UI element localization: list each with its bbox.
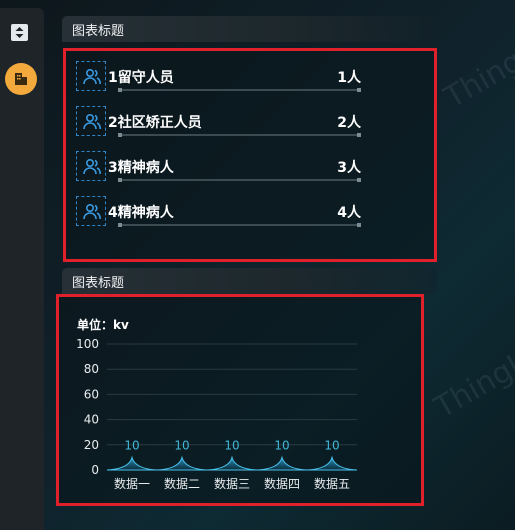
list-item-label: 3精神病人 xyxy=(108,160,174,176)
list-item[interactable]: 4精神病人 4人 xyxy=(76,196,361,232)
area-chart: 0 20 40 60 80 100 10 数据一 10 数据二 10 数据三 10 数据四 10 数据五 xyxy=(76,337,358,491)
panel1-header: 图表标题 xyxy=(62,16,437,42)
divider xyxy=(118,178,361,182)
panel2-header: 图表标题 xyxy=(62,268,437,294)
data-label: 10 xyxy=(324,438,339,452)
data-label: 10 xyxy=(124,438,139,452)
building-icon[interactable] xyxy=(5,63,37,95)
list-item-value: 1人 xyxy=(337,70,361,86)
list-item[interactable]: 1留守人员 1人 xyxy=(76,61,361,97)
list-item-value: 2人 xyxy=(337,115,361,131)
sidebar xyxy=(0,8,44,530)
area-peak xyxy=(156,455,208,471)
people-icon xyxy=(76,151,106,181)
data-label: 10 xyxy=(274,438,289,452)
area-peak xyxy=(206,455,258,471)
y-tick-label: 0 xyxy=(91,463,99,477)
y-tick-label: 40 xyxy=(84,413,99,427)
people-icon xyxy=(76,106,106,136)
x-tick-label: 数据四 xyxy=(264,476,300,491)
list-item-value: 4人 xyxy=(337,205,361,221)
list-item-label: 4精神病人 xyxy=(108,205,174,221)
list-item-value: 3人 xyxy=(337,160,361,176)
chart-panel: 单位：kv 0 20 40 60 80 100 10 数据一 10 数据二 10 数据三 10 数据四 10… xyxy=(56,294,424,506)
watermark: ThingJS xyxy=(428,339,515,426)
watermark: ThingJS xyxy=(438,29,515,116)
list-item[interactable]: 2社区矫正人员 2人 xyxy=(76,106,361,142)
divider xyxy=(118,223,361,227)
personnel-list: 1留守人员 1人 2社区矫正人员 2人 3精神病人 3人 4精神病人 4人 xyxy=(63,48,437,262)
y-tick-label: 20 xyxy=(84,438,99,452)
area-peak xyxy=(106,455,158,471)
y-tick-label: 100 xyxy=(76,337,99,351)
x-tick-label: 数据一 xyxy=(114,476,150,491)
x-tick-label: 数据三 xyxy=(214,476,250,491)
list-item-label: 2社区矫正人员 xyxy=(108,115,202,131)
panel1-title: 图表标题 xyxy=(72,24,125,39)
expand-collapse-icon[interactable] xyxy=(11,24,28,41)
x-tick-label: 数据五 xyxy=(314,476,350,491)
people-icon xyxy=(76,196,106,226)
divider xyxy=(118,133,361,137)
divider xyxy=(118,88,361,92)
list-item-label: 1留守人员 xyxy=(108,70,174,86)
panel2-title: 图表标题 xyxy=(72,276,125,291)
data-label: 10 xyxy=(174,438,189,452)
area-peak xyxy=(256,455,308,471)
y-tick-label: 80 xyxy=(84,362,99,376)
data-label: 10 xyxy=(224,438,239,452)
x-tick-label: 数据二 xyxy=(164,476,200,491)
list-item[interactable]: 3精神病人 3人 xyxy=(76,151,361,187)
people-icon xyxy=(76,61,106,91)
y-tick-label: 60 xyxy=(84,387,99,401)
area-peak xyxy=(306,455,358,471)
